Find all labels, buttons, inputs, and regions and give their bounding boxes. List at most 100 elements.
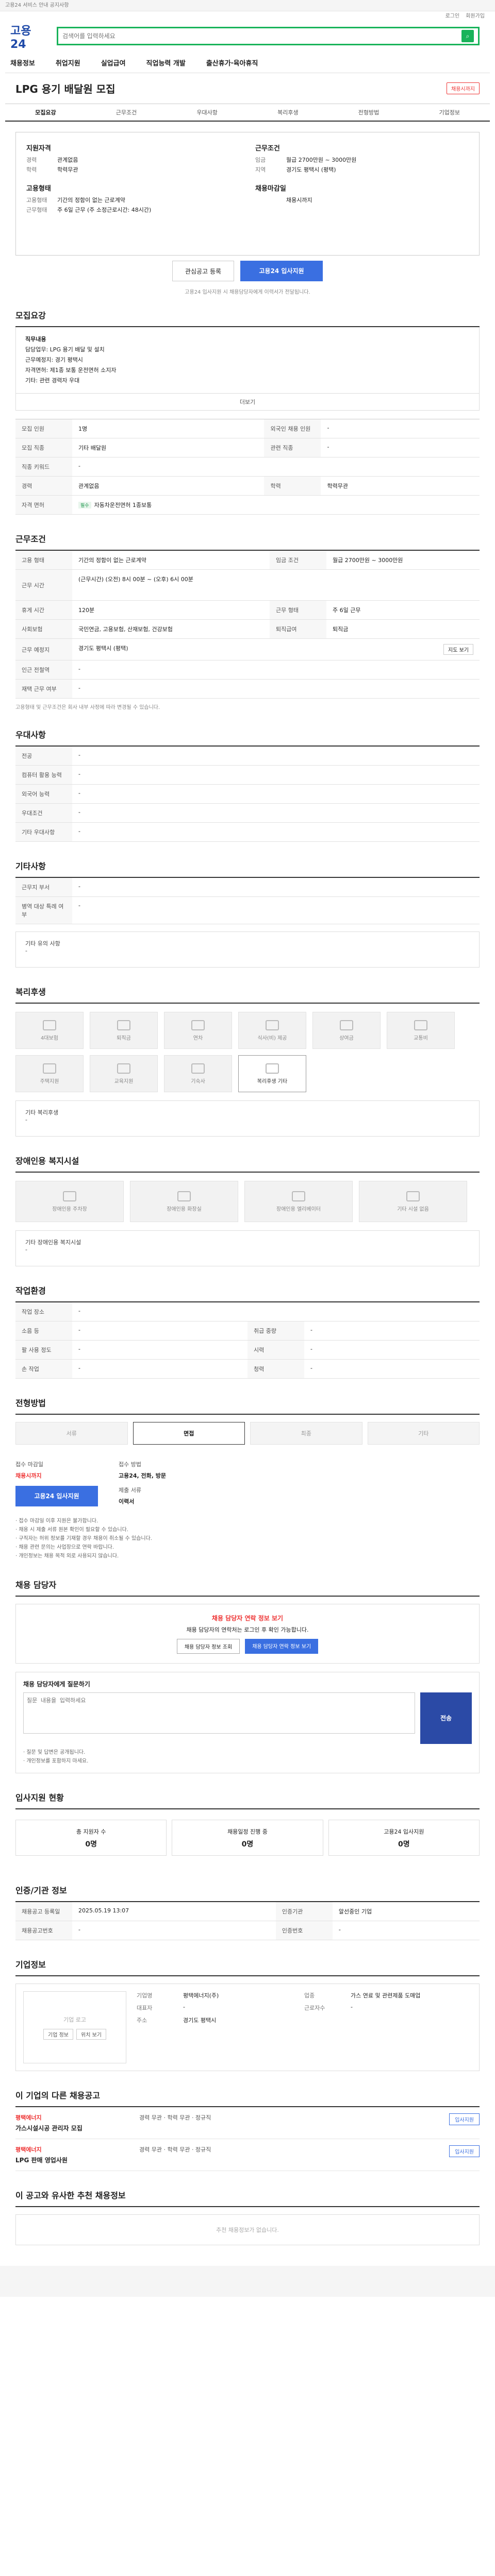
row-key: 퇴직급여 — [270, 619, 327, 639]
section-title: 이 기업의 다른 채용공고 — [15, 2089, 480, 2107]
map-button[interactable]: 지도 보기 — [443, 644, 473, 655]
apply-value: 채용시까지 — [15, 1472, 42, 1479]
tab-company[interactable]: 기업정보 — [409, 104, 490, 121]
login-link[interactable]: 로그인 — [446, 11, 460, 20]
status-value: 0명 — [241, 1840, 254, 1849]
row-key: 채용공고 등록일 — [15, 1902, 72, 1921]
site-logo[interactable]: 고용24 — [10, 22, 46, 51]
tab-process[interactable]: 전형방법 — [328, 104, 409, 121]
section-title: 이 공고와 유사한 추천 채용정보 — [15, 2189, 480, 2207]
search-icon[interactable]: ⌕ — [461, 30, 474, 42]
more-button[interactable]: 더보기 — [15, 394, 480, 411]
contact-lookup-button[interactable]: 채용 담당자 정보 조회 — [176, 1639, 240, 1654]
page-title: LPG 용기 배달원 모집 — [15, 83, 116, 95]
contact-desc: 채용 담당자의 연락처는 로그인 후 확인 가능합니다. — [186, 1626, 309, 1633]
question-title: 채용 담당자에게 질문하기 — [23, 1681, 90, 1688]
welfare-item: 교육지원 — [90, 1055, 158, 1092]
row-value: - — [321, 419, 480, 438]
job-apply-button[interactable]: 입사지원 — [449, 2145, 480, 2157]
nav-training[interactable]: 직업능력 개발 — [146, 58, 186, 67]
row-key: 채용공고번호 — [15, 1921, 72, 1940]
process-notes: · 접수 마감일 이후 지원은 불가합니다. · 채용 시 제출 서류 원본 확… — [15, 1517, 480, 1561]
insurance-icon — [43, 1020, 56, 1030]
company-info-button[interactable]: 기업 정보 — [43, 2028, 73, 2040]
company-key: 대표자 — [137, 2005, 153, 2011]
row-key: 손 작업 — [15, 1359, 72, 1379]
job-apply-button[interactable]: 입사지원 — [449, 2113, 480, 2125]
nav-jobs[interactable]: 채용정보 — [10, 58, 35, 67]
search-bar: ⌕ — [57, 27, 480, 45]
desc-line: 기타: 관련 경력자 우대 — [25, 377, 80, 384]
row-value: - — [72, 1340, 248, 1360]
job-title[interactable]: LPG 판매 영업사원 — [15, 2156, 139, 2164]
row-key: 우대조건 — [15, 803, 72, 823]
question-input[interactable] — [23, 1692, 415, 1734]
facility-item: 장애인용 화장실 — [130, 1181, 238, 1222]
save-favorite-button[interactable]: 관심공고 등록 — [172, 261, 234, 281]
desc-line: 근무예정지: 경기 평택시 — [25, 357, 83, 363]
welfare-item: 교통비 — [387, 1012, 455, 1049]
row-value: - — [72, 747, 480, 766]
list-item[interactable]: 평택에너지 가스시설시공 관리자 모집 경력 무관 · 학력 무관 · 정규직 입… — [15, 2107, 480, 2139]
tab-recruit[interactable]: 모집요강 — [5, 104, 86, 121]
row-key: 팔 사용 정도 — [15, 1340, 72, 1360]
section-tabs: 모집요강 근무조건 우대사항 복리후생 전형방법 기업정보 — [5, 104, 490, 122]
nav-employment-support[interactable]: 취업지원 — [56, 58, 80, 67]
work-section: 근무조건 고용 형태 기간의 정함이 없는 근로계약 임금 조건 월급 2700만원 … — [5, 532, 490, 710]
apply-button-bottom[interactable]: 고용24 입사지원 — [15, 1486, 98, 1506]
row-key: 외국인 채용 인원 — [264, 419, 321, 438]
process-section: 전형방법 서류 면접 최종 기타 접수 마감일 채용시까지 고용24 입사지원 … — [5, 1396, 490, 1561]
tab-work[interactable]: 근무조건 — [86, 104, 167, 121]
welfare-item: 연차 — [164, 1012, 232, 1049]
welfare-label: 주택지원 — [40, 1078, 59, 1084]
welfare-item: 기숙사 — [164, 1055, 232, 1092]
signup-link[interactable]: 회원가입 — [466, 11, 485, 20]
row-value: - — [72, 896, 480, 924]
etc-icon — [266, 1063, 279, 1074]
apply-info: 접수 마감일 채용시까지 고용24 입사지원 접수 방법 고용24, 전화, 방… — [15, 1460, 480, 1517]
welfare-label: 상여금 — [339, 1035, 354, 1041]
desc-line: 담당업무: LPG 용기 배달 및 설치 — [25, 346, 105, 353]
apply-value: 고용24, 전화, 방문 — [119, 1472, 167, 1479]
apply-button[interactable]: 고용24 입사지원 — [240, 261, 323, 281]
summary-box: 지원자격 경력 관계없음 학력 학력무관 고용형태 고용형태 기간의 정함이 없는 근… — [15, 132, 480, 256]
row-value: - — [72, 1302, 480, 1321]
company-map-button[interactable]: 위치 보기 — [76, 2028, 106, 2040]
apply-notice: 고용24 입사지원 시 채용담당자에게 이력서가 전달됩니다. — [185, 290, 310, 295]
dorm-icon — [191, 1063, 205, 1074]
welfare-item: 식사(비) 제공 — [238, 1012, 306, 1049]
section-title: 우대사항 — [15, 728, 480, 747]
nav-unemployment-benefit[interactable]: 실업급여 — [101, 58, 126, 67]
nav-parental-leave[interactable]: 출산휴가·육아휴직 — [206, 58, 258, 67]
search-input[interactable] — [62, 32, 461, 40]
others-section: 이 기업의 다른 채용공고 평택에너지 가스시설시공 관리자 모집 경력 무관 ·… — [5, 2089, 490, 2171]
job-company: 평택에너지 — [15, 2146, 42, 2153]
note-item: · 채용 관련 문의는 사업장으로 연락 바랍니다. — [15, 1545, 114, 1550]
job-title[interactable]: 가스시설시공 관리자 모집 — [15, 2124, 139, 2132]
row-key: 인증기관 — [275, 1902, 333, 1921]
row-key: 임금 조건 — [270, 551, 327, 570]
box-body: - — [25, 947, 27, 954]
contact-view-button[interactable]: 채용 담당자 연락 정보 보기 — [245, 1639, 319, 1654]
tab-welfare[interactable]: 복리후생 — [248, 104, 328, 121]
row-value: 국민연금, 고용보험, 산재보험, 건강보험 — [72, 619, 270, 639]
row-value: - — [72, 765, 480, 785]
recruit-section: 모집요강 직무내용 담당업무: LPG 용기 배달 및 설치 근무예정지: 경기… — [5, 309, 490, 515]
row-value: - — [72, 1321, 248, 1341]
summary-value: 학력무관 — [57, 166, 78, 173]
summary-value: 월급 2700만원 ~ 3000만원 — [286, 157, 357, 163]
company-value: 평택에너지(주) — [183, 1992, 219, 1999]
recruit-table: 모집 인원 1명 외국인 채용 인원 - 모집 직종 기타 배달원 관련 직종 - 직종 키… — [15, 419, 480, 515]
company-box: 기업 로고 기업 정보 위치 보기 기업명 평택에너지(주) 업종 가스 연료 및 … — [15, 1984, 480, 2071]
question-send-button[interactable]: 전송 — [420, 1692, 472, 1744]
row-value: (근무시간) (오전) 8시 00분 ~ (오후) 6시 00분 — [72, 569, 480, 601]
company-section: 기업정보 기업 로고 기업 정보 위치 보기 기업명 평택에너지(주) 업종 가스 … — [5, 1958, 490, 2071]
house-icon — [43, 1063, 56, 1074]
row-key: 직종 키워드 — [15, 457, 72, 477]
row-key: 근무 예정지 — [15, 638, 72, 660]
row-value: 월급 2700만원 ~ 3000만원 — [326, 551, 480, 570]
tab-pref[interactable]: 우대사항 — [167, 104, 248, 121]
list-item[interactable]: 평택에너지 LPG 판매 영업사원 경력 무관 · 학력 무관 · 정규직 입사지… — [15, 2139, 480, 2171]
note-item: · 채용 시 제출 서류 원본 확인이 필요할 수 있습니다. — [15, 1527, 128, 1533]
company-logo: 기업 로고 기업 정보 위치 보기 — [23, 1991, 126, 2063]
